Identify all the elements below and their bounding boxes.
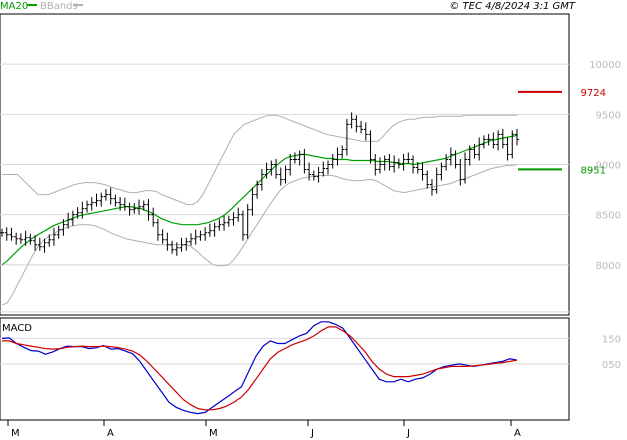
signal-line [2,326,518,411]
bbands-legend: BBands [40,1,78,12]
bbands-lower-line [1,164,518,306]
x-tick-label: M [11,428,20,439]
copyright-label: © TEC 4/8/2024 3:1 GMT [449,1,576,12]
macd-grid [0,337,569,365]
macd-panel-frame [0,317,570,421]
price-grid [0,63,569,313]
resistance-level-label: 9724 [581,88,606,99]
stock-chart: MA20 BBands © TEC 4/8/2024 3:1 GMT 10000… [0,1,621,439]
ma20-line [1,134,518,266]
price-levels: 9724 8951 [518,88,606,176]
bbands-series [1,114,518,306]
macd-lines [1,321,518,415]
price-y-tick-label: 8000 [596,261,621,272]
price-panel: 100009500900085008000 97248951 [0,13,621,316]
price-y-tick-label: 10000 [589,60,621,71]
x-axis: MAMJJA [0,419,569,439]
support-level-label: 8951 [581,165,606,176]
x-tick-label: A [107,428,114,439]
x-tick-label: J [406,428,410,439]
ma20-legend: MA20 [0,1,28,12]
x-tick-label: A [514,428,521,439]
price-y-tick-label: 8500 [596,211,621,222]
price-y-tick-label: 9500 [596,110,621,121]
ma20-series [1,134,518,266]
macd-y-tick-label: 150 [602,334,621,345]
x-tick-label: J [310,428,314,439]
macd-title: MACD [2,323,32,334]
macd-line [1,321,518,415]
macd-y-axis: 150 050 [602,334,621,371]
macd-panel: MACD 150 050 [0,317,621,421]
macd-y-tick-label: 050 [602,360,621,371]
x-tick-label: M [209,428,218,439]
